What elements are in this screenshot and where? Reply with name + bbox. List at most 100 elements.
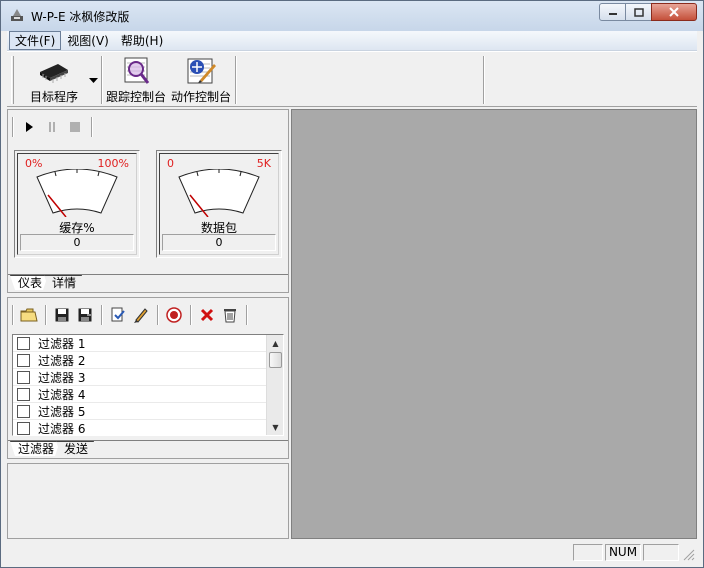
edit-button[interactable]	[130, 304, 152, 326]
filter-checkbox[interactable]	[17, 336, 30, 350]
minimize-button[interactable]	[599, 3, 626, 21]
toolbar-separator	[45, 305, 47, 325]
filter-label: 过滤器 5	[38, 404, 86, 419]
action-console-button[interactable]: 动作控制台	[167, 54, 235, 106]
maximize-button[interactable]	[625, 3, 652, 21]
target-dropdown-button[interactable]	[85, 54, 101, 106]
trace-console-icon	[124, 57, 150, 84]
filter-checkbox[interactable]	[17, 353, 30, 367]
filter-checkbox[interactable]	[17, 370, 30, 384]
trace-console-button[interactable]: 跟踪控制台	[103, 54, 169, 106]
stop-icon	[70, 122, 80, 132]
menu-bar: 文件(F) 视图(V) 帮助(H)	[7, 31, 697, 51]
gauge-value: 0	[20, 234, 134, 251]
maximize-icon	[633, 7, 644, 17]
scroll-up-icon[interactable]: ▲	[267, 335, 283, 351]
pause-button[interactable]	[41, 116, 63, 138]
tab-meters[interactable]: 仪表	[10, 275, 48, 290]
filter-label: 过滤器 1	[38, 336, 86, 351]
menu-view[interactable]: 视图(V)	[61, 31, 115, 50]
trash-icon	[224, 309, 236, 323]
scroll-thumb[interactable]	[269, 352, 282, 368]
playback-toolbar	[12, 114, 97, 140]
buffer-gauge: 0% 100% 缓存% 0	[14, 150, 140, 258]
window-title: W-P-E 冰枫修改版	[31, 10, 130, 24]
close-icon	[669, 7, 679, 17]
filter-label: 过滤器 4	[38, 387, 86, 402]
save-icon	[55, 308, 69, 322]
list-item[interactable]: 过滤器 1	[13, 335, 266, 352]
gauge-dial	[178, 169, 260, 217]
resize-grip-icon[interactable]	[683, 549, 695, 561]
toolbar-separator	[91, 117, 93, 137]
action-console-icon	[187, 58, 216, 84]
trace-console-label: 跟踪控制台	[105, 90, 166, 104]
filter-checkbox[interactable]	[17, 387, 30, 401]
list-item[interactable]: 过滤器 6	[13, 420, 266, 435]
pencil-icon	[134, 308, 148, 323]
toolbar-separator	[246, 305, 248, 325]
toolbar-separator	[483, 56, 485, 104]
gauge-dial	[36, 169, 118, 217]
pause-icon	[49, 122, 55, 132]
action-console-label: 动作控制台	[170, 90, 231, 104]
list-item[interactable]: 过滤器 5	[13, 403, 266, 420]
packet-gauge: 0 5K 数据包 0	[156, 150, 282, 258]
meter-pane: 0% 100% 缓存% 0 0 5K 数据包 0 仪表 详情	[7, 109, 289, 293]
mdi-workspace[interactable]	[291, 109, 697, 539]
dropdown-arrow-icon	[88, 77, 98, 83]
toolbar-separator	[101, 305, 103, 325]
empty-pane	[7, 463, 289, 539]
filter-list: 过滤器 1 过滤器 2 过滤器 3 过滤器 4 过滤器 5 过滤器 6 ▲ ▼	[12, 334, 284, 436]
list-item[interactable]: 过滤器 3	[13, 369, 266, 386]
scroll-down-icon[interactable]: ▼	[267, 419, 283, 435]
apply-button[interactable]	[107, 304, 129, 326]
list-item[interactable]: 过滤器 2	[13, 352, 266, 369]
filter-label: 过滤器 2	[38, 353, 86, 368]
delete-button[interactable]	[196, 304, 218, 326]
tab-details[interactable]: 详情	[44, 275, 82, 290]
toolbar-separator	[235, 56, 237, 104]
filter-tabs: 过滤器 发送	[10, 440, 94, 456]
tab-send[interactable]: 发送	[56, 441, 94, 456]
minimize-icon	[608, 13, 617, 15]
filter-checkbox[interactable]	[17, 421, 30, 435]
title-bar[interactable]: W-P-E 冰枫修改版	[1, 1, 703, 31]
status-panel-scroll	[643, 544, 679, 561]
filter-checkbox[interactable]	[17, 404, 30, 418]
meter-tabs: 仪表 详情	[10, 274, 82, 290]
toggle-on-button[interactable]	[163, 304, 185, 326]
open-button[interactable]	[18, 304, 40, 326]
tab-filters[interactable]: 过滤器	[10, 441, 60, 456]
toolbar-separator	[190, 305, 192, 325]
trash-button[interactable]	[219, 304, 241, 326]
status-bar: NUM	[7, 541, 697, 563]
folder-open-icon	[20, 308, 38, 322]
filter-pane: 过滤器 1 过滤器 2 过滤器 3 过滤器 4 过滤器 5 过滤器 6 ▲ ▼ …	[7, 297, 289, 459]
toolbar-separator	[12, 117, 14, 137]
app-icon	[11, 9, 23, 21]
main-window: W-P-E 冰枫修改版 文件(F) 视图(V) 帮助(H) 目标程序 跟踪控制台…	[0, 0, 704, 568]
toolbar-separator	[157, 305, 159, 325]
list-item[interactable]: 过滤器 4	[13, 386, 266, 403]
target-program-button[interactable]: 目标程序	[19, 54, 89, 106]
vertical-scrollbar[interactable]: ▲ ▼	[266, 335, 283, 435]
stop-button[interactable]	[64, 116, 86, 138]
play-button[interactable]	[18, 116, 40, 138]
gauge-min-label: 0	[167, 157, 174, 170]
toolbar-grip[interactable]	[11, 56, 14, 104]
save-as-icon	[78, 308, 92, 322]
close-button[interactable]	[651, 3, 697, 21]
filter-label: 过滤器 3	[38, 370, 86, 385]
target-program-label: 目标程序	[29, 90, 78, 104]
apply-document-icon	[111, 307, 125, 322]
chip-icon	[40, 64, 68, 83]
main-toolbar: 目标程序 跟踪控制台 动作控制台	[7, 51, 697, 107]
menu-help[interactable]: 帮助(H)	[115, 31, 169, 50]
status-panel-caps	[573, 544, 603, 561]
toolbar-separator	[12, 305, 14, 325]
status-num: NUM	[605, 544, 641, 561]
menu-file[interactable]: 文件(F)	[9, 31, 62, 50]
save-button[interactable]	[51, 304, 73, 326]
save-as-button[interactable]	[74, 304, 96, 326]
